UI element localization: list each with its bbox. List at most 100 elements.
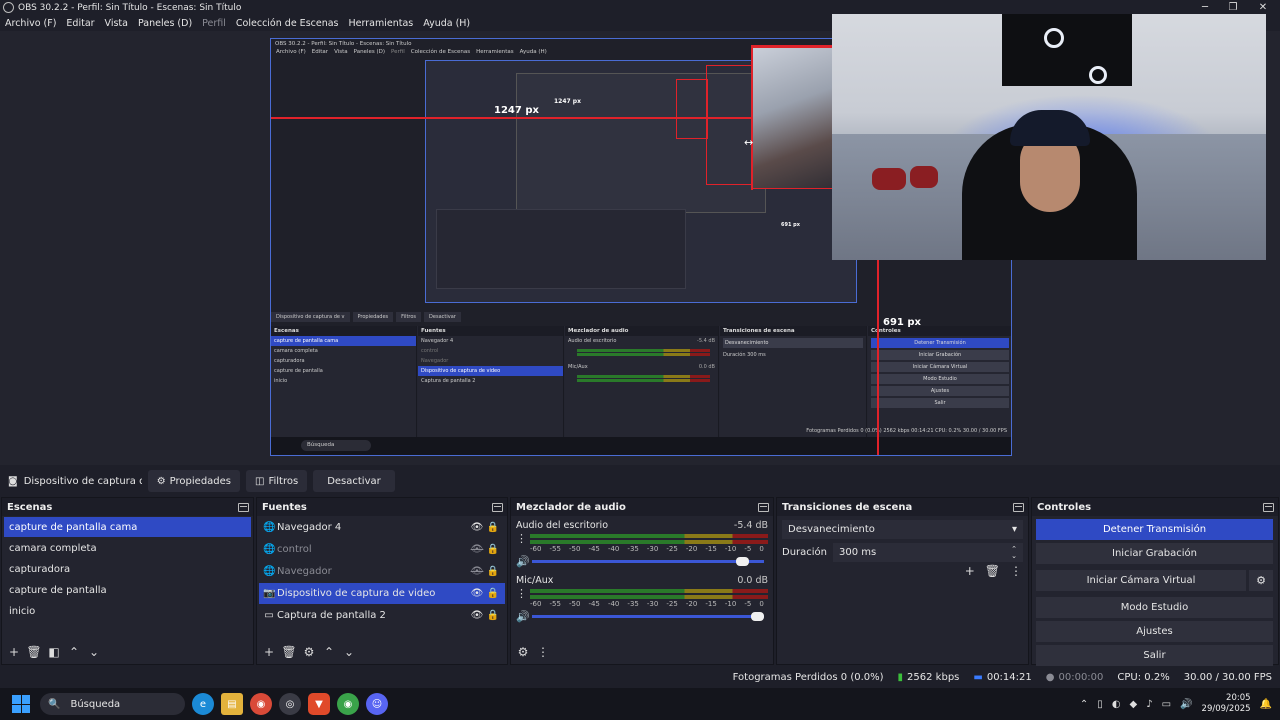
- controls-title: Controles: [1037, 501, 1092, 513]
- add-source-button[interactable]: +: [261, 644, 277, 660]
- menu-paneles[interactable]: Paneles (D): [133, 18, 197, 29]
- hidden-eye-icon[interactable]: 👁: [469, 544, 485, 555]
- undock-icon[interactable]: [492, 502, 503, 512]
- speaker-icon[interactable]: 🔊: [516, 610, 530, 623]
- move-scene-up-button[interactable]: ⌃: [66, 644, 82, 660]
- menu-coleccion[interactable]: Colección de Escenas: [231, 18, 344, 29]
- virtualcam-settings-gear-icon[interactable]: ⚙: [1249, 570, 1273, 591]
- lock-icon[interactable]: 🔒: [485, 588, 501, 599]
- menu-vista[interactable]: Vista: [100, 18, 133, 29]
- move-scene-down-button[interactable]: ⌄: [86, 644, 102, 660]
- brave-icon[interactable]: ▼: [308, 693, 330, 715]
- start-recording-button[interactable]: Iniciar Grabación: [1036, 543, 1273, 564]
- nested-panel-title: Escenas: [271, 326, 416, 336]
- source-item[interactable]: 📷 Dispositivo de captura de video 👁 🔒: [259, 583, 505, 604]
- transition-select[interactable]: Desvanecimiento ▾: [782, 520, 1023, 539]
- volume-slider-handle[interactable]: [736, 556, 749, 566]
- dropdown-arrow-icon: ▾: [1011, 524, 1017, 535]
- remove-source-button[interactable]: 🗑: [281, 644, 297, 660]
- browser-icon: 🌐: [263, 544, 276, 555]
- tray-usb-icon[interactable]: ▯: [1097, 699, 1103, 710]
- taskbar-clock[interactable]: 20:05 29/09/2025: [1202, 693, 1251, 715]
- menu-herramientas[interactable]: Herramientas: [344, 18, 419, 29]
- hidden-eye-icon[interactable]: 👁: [469, 566, 485, 577]
- visibility-eye-icon[interactable]: 👁: [469, 522, 485, 533]
- exit-button[interactable]: Salir: [1036, 645, 1273, 666]
- channel-meter-row: ⋮: [516, 587, 768, 600]
- notifications-icon[interactable]: 🔔: [1260, 699, 1272, 710]
- obs-taskbar-icon[interactable]: ◎: [279, 693, 301, 715]
- taskbar-search[interactable]: 🔍 Búsqueda: [40, 693, 185, 715]
- nested-scenes-panel: Escenas capture de pantalla cama camara …: [271, 326, 417, 444]
- discord-icon[interactable]: ☺: [366, 693, 388, 715]
- source-item[interactable]: 🌐 Navegador 4 👁 🔒: [259, 517, 505, 538]
- volume-slider-handle[interactable]: [751, 611, 764, 621]
- lock-icon[interactable]: 🔒: [485, 566, 501, 577]
- edge-icon[interactable]: e: [192, 693, 214, 715]
- advanced-audio-button[interactable]: ⚙: [515, 644, 531, 660]
- speaker-icon[interactable]: 🔊: [516, 555, 530, 568]
- filters-button[interactable]: ◫ Filtros: [246, 470, 308, 492]
- visibility-eye-icon[interactable]: 👁: [469, 588, 485, 599]
- volume-slider[interactable]: [532, 556, 764, 566]
- chrome-icon[interactable]: ◉: [250, 693, 272, 715]
- add-scene-button[interactable]: +: [6, 644, 22, 660]
- remove-transition-button[interactable]: 🗑: [985, 564, 1000, 578]
- chrome-profile-icon[interactable]: ◉: [337, 693, 359, 715]
- webcam-feed[interactable]: [832, 14, 1266, 260]
- spinner-icon[interactable]: ⌃ ⌄: [1011, 545, 1017, 560]
- move-source-up-button[interactable]: ⌃: [321, 644, 337, 660]
- source-item[interactable]: 🌐 Navegador 👁 🔒: [259, 561, 505, 582]
- menu-ayuda[interactable]: Ayuda (H): [418, 18, 475, 29]
- deactivate-button[interactable]: Desactivar: [313, 470, 395, 492]
- volume-slider[interactable]: [532, 611, 764, 621]
- tray-chevron-icon[interactable]: ⌃: [1080, 699, 1088, 710]
- kebab-menu-icon[interactable]: ⋮: [516, 532, 527, 545]
- maximize-button[interactable]: ❐: [1218, 0, 1248, 15]
- start-virtual-camera-button[interactable]: Iniciar Cámara Virtual: [1036, 570, 1246, 591]
- visibility-eye-icon[interactable]: 👁: [469, 610, 485, 621]
- tray-network-icon[interactable]: ▭: [1162, 699, 1171, 710]
- tray-volume-icon[interactable]: 🔊: [1180, 699, 1192, 710]
- tray-shield-icon[interactable]: ◆: [1130, 699, 1138, 710]
- menu-perfil[interactable]: Perfil: [197, 18, 231, 29]
- scene-item[interactable]: capture de pantalla cama: [4, 517, 251, 537]
- source-item[interactable]: 🌐 control 👁 🔒: [259, 539, 505, 560]
- scene-item[interactable]: capturadora: [4, 559, 251, 579]
- menu-editar[interactable]: Editar: [61, 18, 99, 29]
- nested-meter: [577, 379, 710, 382]
- menu-archivo[interactable]: Archivo (F): [0, 18, 61, 29]
- undock-icon[interactable]: [1013, 502, 1024, 512]
- close-button[interactable]: ✕: [1248, 0, 1278, 15]
- scale-tick: -30: [646, 600, 659, 608]
- scenes-dock-header: Escenas: [2, 498, 253, 516]
- windows-start-icon[interactable]: [12, 695, 30, 713]
- scene-item[interactable]: capture de pantalla: [4, 580, 251, 600]
- kebab-menu-icon[interactable]: ⋮: [516, 587, 527, 600]
- lock-icon[interactable]: 🔒: [485, 544, 501, 555]
- move-source-down-button[interactable]: ⌄: [341, 644, 357, 660]
- lock-icon[interactable]: 🔒: [485, 610, 501, 621]
- remove-scene-button[interactable]: 🗑: [26, 644, 42, 660]
- stop-streaming-button[interactable]: Detener Transmisión: [1036, 519, 1273, 540]
- scene-filters-button[interactable]: ◧: [46, 644, 62, 660]
- tray-mic-icon[interactable]: ♪: [1146, 699, 1152, 710]
- properties-button[interactable]: ⚙ Propiedades: [147, 470, 240, 492]
- scene-item[interactable]: inicio: [4, 601, 251, 621]
- add-transition-button[interactable]: +: [965, 564, 975, 578]
- source-properties-button[interactable]: ⚙: [301, 644, 317, 660]
- file-explorer-icon[interactable]: ▤: [221, 693, 243, 715]
- scene-item[interactable]: camara completa: [4, 538, 251, 558]
- lock-icon[interactable]: 🔒: [485, 522, 501, 533]
- undock-icon[interactable]: [758, 502, 769, 512]
- settings-button[interactable]: Ajustes: [1036, 621, 1273, 642]
- source-item[interactable]: ▭ Captura de pantalla 2 👁 🔒: [259, 605, 505, 626]
- tray-app-icon[interactable]: ◐: [1112, 699, 1121, 710]
- studio-mode-button[interactable]: Modo Estudio: [1036, 597, 1273, 618]
- undock-icon[interactable]: [1263, 502, 1274, 512]
- transition-menu-button[interactable]: ⋮: [1010, 564, 1022, 578]
- undock-icon[interactable]: [238, 502, 249, 512]
- duration-input[interactable]: 300 ms ⌃ ⌄: [833, 543, 1023, 562]
- minimize-button[interactable]: ─: [1190, 0, 1220, 15]
- mixer-menu-button[interactable]: ⋮: [535, 644, 551, 660]
